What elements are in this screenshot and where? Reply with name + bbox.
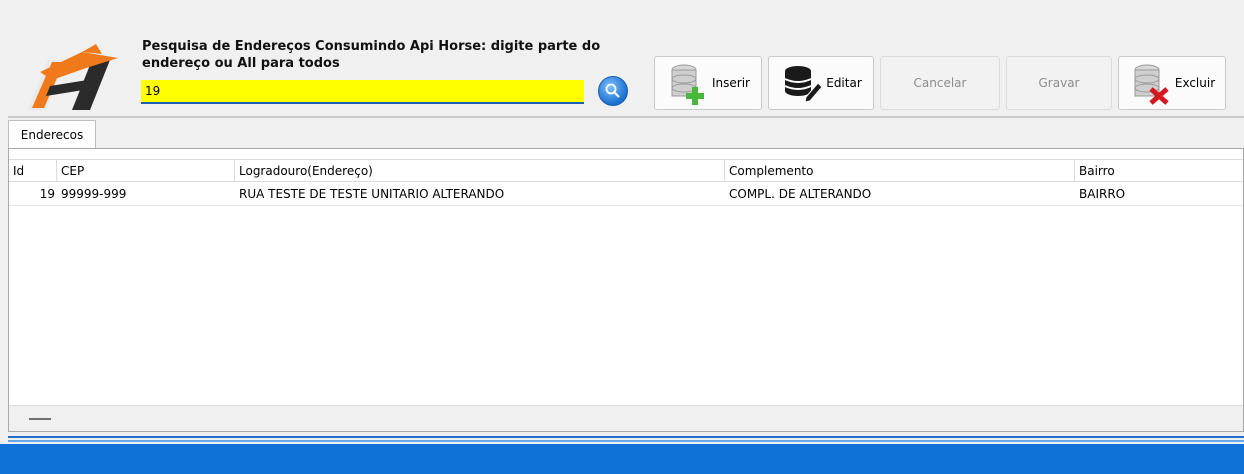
- gravar-label: Gravar: [1038, 76, 1080, 90]
- divider-line: [8, 436, 1244, 438]
- database-delete-icon: [1134, 64, 1169, 105]
- search-input[interactable]: [141, 80, 584, 104]
- title-strip: [0, 0, 1244, 40]
- editar-label: Editar: [826, 76, 862, 90]
- enderecos-grid[interactable]: Id CEP Logradouro(Endereço) Complemento …: [8, 148, 1244, 432]
- gravar-button[interactable]: Gravar: [1006, 56, 1112, 110]
- status-bar: [0, 444, 1244, 474]
- grid-footer: [9, 405, 1243, 431]
- cell-complemento: COMPL. DE ALTERANDO: [729, 187, 872, 201]
- minus-icon[interactable]: [29, 418, 51, 420]
- database-add-icon: [671, 64, 704, 105]
- excluir-button[interactable]: Excluir: [1118, 56, 1226, 110]
- app-window: Pesquisa de Endereços Consumindo Api Hor…: [0, 0, 1244, 474]
- database-edit-icon: [784, 66, 823, 103]
- column-header-logradouro[interactable]: Logradouro(Endereço): [235, 160, 725, 182]
- cell-cep: 99999-999: [61, 187, 127, 201]
- search-button[interactable]: [598, 76, 628, 106]
- grid-header: Id CEP Logradouro(Endereço) Complemento …: [9, 159, 1243, 182]
- cell-id: 19: [39, 187, 55, 201]
- inserir-button[interactable]: Inserir: [654, 56, 762, 110]
- column-header-id[interactable]: Id: [9, 160, 57, 182]
- tab-enderecos[interactable]: Enderecos: [8, 120, 96, 148]
- cell-bairro: BAIRRO: [1079, 187, 1126, 201]
- column-header-complemento[interactable]: Complemento: [725, 160, 1075, 182]
- table-row[interactable]: 19 99999-999 RUA TESTE DE TESTE UNITARIO…: [9, 182, 1243, 206]
- editar-button[interactable]: Editar: [768, 56, 874, 110]
- column-header-bairro[interactable]: Bairro: [1075, 160, 1244, 182]
- search-label: Pesquisa de Endereços Consumindo Api Hor…: [142, 39, 601, 71]
- inserir-label: Inserir: [712, 76, 750, 90]
- tab-enderecos-label: Enderecos: [20, 127, 84, 142]
- column-header-cep[interactable]: CEP: [57, 160, 235, 182]
- cell-logradouro: RUA TESTE DE TESTE UNITARIO ALTERANDO: [239, 187, 505, 201]
- toolbar-separator: [8, 116, 1244, 118]
- cancelar-button[interactable]: Cancelar: [880, 56, 1000, 110]
- horse-logo-icon: [28, 44, 118, 110]
- search-icon: [605, 83, 620, 98]
- excluir-label: Excluir: [1174, 76, 1216, 90]
- cancelar-label: Cancelar: [913, 76, 967, 90]
- divider-line-light: [8, 440, 1244, 442]
